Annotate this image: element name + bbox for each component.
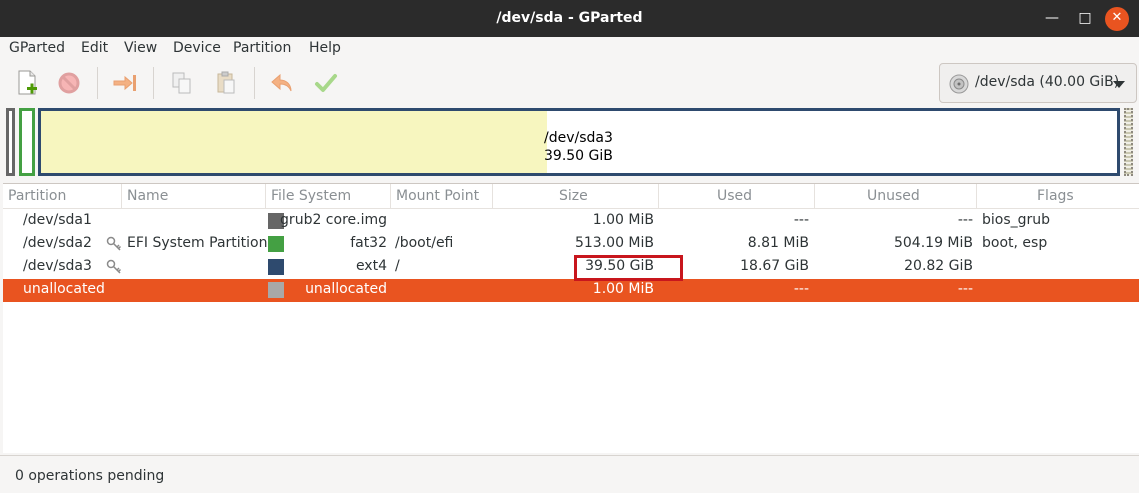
- partition-table: Partition Name File System Mount Point S…: [3, 183, 1139, 453]
- table-row[interactable]: /dev/sda3 ext4 / 39.50 GiB 18.67 GiB 20.…: [3, 256, 1139, 279]
- cell-partition: unallocated: [23, 281, 105, 297]
- column-partition[interactable]: Partition: [3, 184, 122, 209]
- menu-device[interactable]: Device: [173, 40, 221, 56]
- maximize-button[interactable]: □: [1073, 7, 1097, 31]
- menu-gparted[interactable]: GParted: [9, 40, 65, 56]
- disk-partition-map: /dev/sda3 39.50 GiB: [0, 105, 1139, 181]
- diskmap-segment-unallocated[interactable]: [1124, 108, 1133, 176]
- table-row[interactable]: /dev/sda2 EFI System Partition fat32 /bo…: [3, 233, 1139, 256]
- copy-icon[interactable]: [168, 69, 196, 97]
- table-row[interactable]: /dev/sda1 grub2 core.img 1.00 MiB --- --…: [3, 210, 1139, 233]
- new-partition-icon[interactable]: [13, 69, 41, 97]
- column-used[interactable]: Used: [659, 184, 815, 209]
- title-bar: /dev/sda - GParted — □ ✕: [0, 0, 1139, 37]
- cell-unused: ---: [957, 212, 973, 228]
- diskmap-segment-sda1[interactable]: [6, 108, 15, 176]
- key-icon: [106, 236, 122, 252]
- minimize-button[interactable]: —: [1040, 7, 1064, 31]
- highlight-annotation-box: [574, 255, 683, 281]
- cell-mount-point: /: [395, 258, 400, 274]
- toolbar-separator: [153, 67, 154, 99]
- diskmap-used-space-fill: [41, 111, 547, 173]
- diskmap-partition-name: /dev/sda3: [544, 130, 613, 146]
- menu-bar: GParted Edit View Device Partition Help: [0, 37, 1139, 61]
- column-mount-point[interactable]: Mount Point: [391, 184, 493, 209]
- cell-partition: /dev/sda2: [23, 235, 92, 251]
- device-label: /dev/sda (40.00 GiB): [975, 74, 1120, 90]
- status-text: 0 operations pending: [15, 468, 165, 484]
- cell-unused: 504.19 MiB: [893, 235, 973, 251]
- diskmap-segment-sda2[interactable]: [19, 108, 35, 176]
- menu-view[interactable]: View: [124, 40, 157, 56]
- cell-flags: boot, esp: [982, 235, 1048, 251]
- cell-used: ---: [793, 212, 809, 228]
- column-flags[interactable]: Flags: [977, 184, 1139, 209]
- column-file-system[interactable]: File System: [266, 184, 391, 209]
- cell-unused: 20.82 GiB: [904, 258, 973, 274]
- toolbar: /dev/sda (40.00 GiB): [0, 61, 1139, 105]
- cell-file-system: unallocated: [305, 281, 387, 297]
- diskmap-partition-size: 39.50 GiB: [544, 148, 613, 164]
- cell-partition: /dev/sda1: [23, 212, 92, 228]
- diskmap-segment-sda3[interactable]: /dev/sda3 39.50 GiB: [38, 108, 1120, 176]
- cell-name: EFI System Partition: [127, 235, 268, 251]
- menu-partition[interactable]: Partition: [233, 40, 291, 56]
- key-icon: [106, 259, 122, 275]
- cell-unused: ---: [957, 281, 973, 297]
- harddisk-icon: [949, 74, 969, 94]
- paste-icon[interactable]: [212, 69, 240, 97]
- menu-edit[interactable]: Edit: [81, 40, 108, 56]
- window-title: /dev/sda - GParted: [496, 10, 643, 26]
- column-unused[interactable]: Unused: [815, 184, 977, 209]
- cell-partition: /dev/sda3: [23, 258, 92, 274]
- chevron-down-icon: [1113, 81, 1125, 88]
- device-selector[interactable]: /dev/sda (40.00 GiB): [939, 63, 1137, 103]
- status-bar: 0 operations pending: [0, 455, 1139, 493]
- cell-file-system: grub2 core.img: [280, 212, 387, 228]
- table-row-selected[interactable]: unallocated unallocated 1.00 MiB --- ---: [3, 279, 1139, 302]
- toolbar-separator: [254, 67, 255, 99]
- cell-used: 8.81 MiB: [747, 235, 809, 251]
- table-header: Partition Name File System Mount Point S…: [3, 184, 1139, 209]
- cell-file-system: fat32: [350, 235, 387, 251]
- cell-size: 1.00 MiB: [592, 281, 654, 297]
- gparted-window: /dev/sda - GParted — □ ✕ GParted Edit Vi…: [0, 0, 1139, 493]
- menu-help[interactable]: Help: [309, 40, 341, 56]
- apply-icon[interactable]: [312, 69, 340, 97]
- column-size[interactable]: Size: [493, 184, 659, 209]
- diskmap-segment-label: /dev/sda3 39.50 GiB: [544, 129, 613, 165]
- column-name[interactable]: Name: [122, 184, 266, 209]
- cell-file-system: ext4: [355, 258, 387, 274]
- undo-icon[interactable]: [268, 69, 296, 97]
- cell-size: 1.00 MiB: [592, 212, 654, 228]
- close-button[interactable]: ✕: [1105, 7, 1129, 31]
- cell-mount-point: /boot/efi: [395, 235, 454, 251]
- resize-move-icon[interactable]: [111, 69, 139, 97]
- toolbar-separator: [97, 67, 98, 99]
- cell-flags: bios_grub: [982, 212, 1051, 228]
- cell-used: ---: [793, 281, 809, 297]
- delete-icon[interactable]: [55, 69, 83, 97]
- cell-size: 513.00 MiB: [574, 235, 654, 251]
